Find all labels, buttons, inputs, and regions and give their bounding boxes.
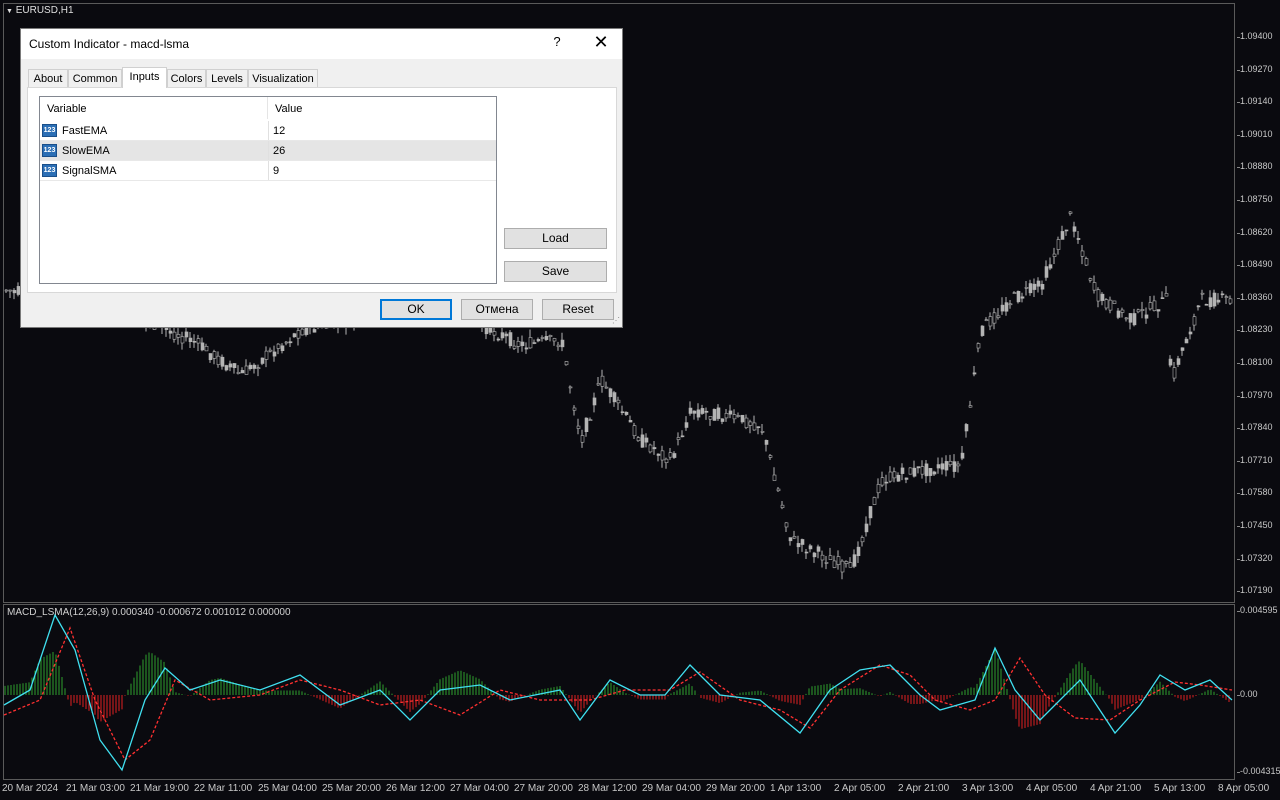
tab-levels[interactable]: Levels bbox=[206, 69, 248, 87]
price-tick: 1.08490 bbox=[1237, 259, 1273, 270]
price-tick: 1.07710 bbox=[1237, 454, 1273, 465]
resize-grip-icon[interactable]: ⋰ bbox=[612, 317, 620, 325]
signal-line bbox=[3, 626, 1233, 762]
table-row[interactable]: 123 SlowEMA 26 bbox=[40, 141, 496, 161]
integer-type-icon: 123 bbox=[42, 124, 57, 137]
price-tick: 1.08230 bbox=[1237, 324, 1273, 335]
time-tick: 1 Apr 13:00 bbox=[770, 783, 822, 794]
column-header-value[interactable]: Value bbox=[267, 97, 496, 119]
price-tick: 1.07190 bbox=[1237, 585, 1273, 596]
save-button[interactable]: Save bbox=[504, 261, 607, 282]
tab-about[interactable]: About bbox=[28, 69, 68, 87]
integer-type-icon: 123 bbox=[42, 144, 57, 157]
indicator-scale[interactable]: 0.004595 0.00 -0.004315 bbox=[1236, 604, 1280, 780]
variable-value[interactable]: 12 bbox=[268, 121, 285, 140]
reset-button[interactable]: Reset bbox=[542, 299, 614, 320]
time-tick: 20 Mar 2024 bbox=[2, 783, 59, 794]
time-tick: 29 Mar 04:00 bbox=[642, 783, 701, 794]
time-tick: 21 Mar 19:00 bbox=[130, 783, 189, 794]
table-row[interactable]: 123 FastEMA 12 bbox=[40, 121, 496, 141]
inputs-grid: Variable Value 123 FastEMA 12 123 SlowEM… bbox=[39, 96, 497, 284]
tab-colors[interactable]: Colors bbox=[167, 69, 206, 87]
indicator-label: MACD_LSMA(12,26,9) 0.000340 -0.000672 0.… bbox=[7, 607, 291, 618]
time-tick: 21 Mar 03:00 bbox=[66, 783, 125, 794]
custom-indicator-dialog: Custom Indicator - macd-lsma ? ✕ About C… bbox=[20, 28, 623, 328]
indicator-tick: 0.00 bbox=[1237, 689, 1258, 699]
price-tick: 1.09400 bbox=[1237, 31, 1273, 41]
load-button[interactable]: Load bbox=[504, 228, 607, 249]
time-tick: 2 Apr 21:00 bbox=[898, 783, 950, 794]
time-tick: 3 Apr 13:00 bbox=[962, 783, 1014, 794]
tab-inputs[interactable]: Inputs bbox=[122, 67, 167, 88]
help-icon[interactable]: ? bbox=[549, 34, 565, 52]
variable-value[interactable]: 26 bbox=[268, 141, 285, 160]
time-tick: 27 Mar 20:00 bbox=[514, 783, 573, 794]
variable-value[interactable]: 9 bbox=[268, 161, 279, 180]
price-tick: 1.07580 bbox=[1237, 487, 1273, 498]
price-tick: 1.07450 bbox=[1237, 520, 1273, 530]
price-tick: 1.07970 bbox=[1237, 389, 1273, 400]
price-tick: 1.08620 bbox=[1237, 226, 1273, 237]
integer-type-icon: 123 bbox=[42, 164, 57, 177]
time-tick: 29 Mar 20:00 bbox=[706, 783, 765, 794]
price-tick: 1.07840 bbox=[1237, 422, 1273, 433]
variable-name: SlowEMA bbox=[62, 145, 110, 157]
time-tick: 27 Mar 04:00 bbox=[450, 783, 509, 794]
price-scale[interactable]: 1.09400 1.09270 1.09140 1.09010 1.08880 1.087… bbox=[1236, 0, 1280, 604]
dialog-titlebar[interactable]: Custom Indicator - macd-lsma ? ✕ bbox=[21, 29, 622, 59]
time-tick: 25 Mar 04:00 bbox=[258, 783, 317, 794]
time-tick: 4 Apr 05:00 bbox=[1026, 783, 1078, 794]
price-tick: 1.09140 bbox=[1237, 96, 1273, 107]
inputs-panel: Variable Value 123 FastEMA 12 123 SlowEM… bbox=[27, 87, 617, 293]
ok-button[interactable]: OK bbox=[380, 299, 452, 320]
time-tick: 2 Apr 05:00 bbox=[834, 783, 886, 794]
time-tick: 28 Mar 12:00 bbox=[578, 783, 637, 794]
tab-visualization[interactable]: Visualization bbox=[248, 69, 318, 87]
indicator-tick: 0.004595 bbox=[1237, 605, 1278, 615]
close-icon[interactable]: ✕ bbox=[589, 33, 613, 53]
time-tick: 25 Mar 20:00 bbox=[322, 783, 381, 794]
tab-common[interactable]: Common bbox=[68, 69, 122, 87]
cancel-button[interactable]: Отмена bbox=[461, 299, 533, 320]
time-tick: 8 Apr 05:00 bbox=[1218, 783, 1270, 794]
price-tick: 1.08880 bbox=[1237, 161, 1273, 172]
variable-name: SignalSMA bbox=[62, 165, 117, 177]
macd-line bbox=[3, 613, 1233, 772]
time-tick: 26 Mar 12:00 bbox=[386, 783, 445, 794]
price-tick: 1.08360 bbox=[1237, 291, 1273, 302]
time-tick: 4 Apr 21:00 bbox=[1090, 783, 1142, 794]
indicator-tick: -0.004315 bbox=[1237, 766, 1280, 776]
dialog-title: Custom Indicator - macd-lsma bbox=[29, 37, 190, 51]
price-tick: 1.07320 bbox=[1237, 552, 1273, 563]
price-tick: 1.09270 bbox=[1237, 63, 1273, 74]
time-tick: 22 Mar 11:00 bbox=[194, 783, 253, 794]
column-header-variable[interactable]: Variable bbox=[40, 97, 267, 119]
price-tick: 1.08750 bbox=[1237, 194, 1273, 204]
price-tick: 1.08100 bbox=[1237, 357, 1273, 367]
variable-name: FastEMA bbox=[62, 125, 108, 137]
price-tick: 1.09010 bbox=[1237, 128, 1273, 139]
table-row[interactable]: 123 SignalSMA 9 bbox=[40, 161, 496, 181]
time-tick: 5 Apr 13:00 bbox=[1154, 783, 1206, 794]
